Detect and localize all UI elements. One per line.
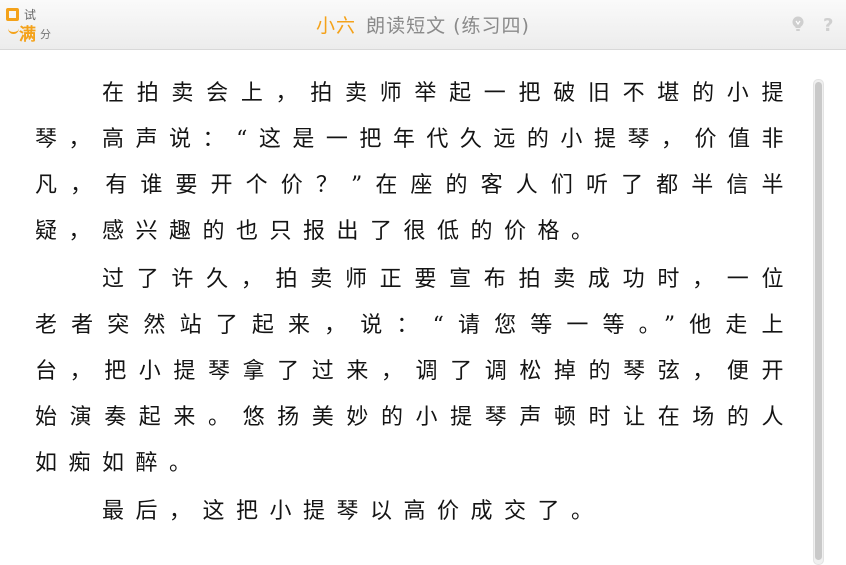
vertical-scrollbar[interactable] [813,79,824,565]
grade-label: 小六 [316,15,357,37]
scrollbar-thumb[interactable] [815,82,822,560]
top-bar: 试 满 分 小六 朗读短文 (练习四) ? [0,0,846,50]
passage-panel[interactable]: 在拍卖会上，拍卖师举起一把破旧不堪的小提琴，高声说：“这是一把年代久远的小提琴，… [0,51,846,565]
paragraph: 过了许久，拍卖师正要宣布拍卖成功时，一位老者突然站了起来，说：“请您等一等。”他… [35,267,795,476]
lightbulb-icon[interactable] [789,15,807,33]
page-title: 小六 朗读短文 (练习四) [0,11,846,38]
paragraph: 在拍卖会上，拍卖师举起一把破旧不堪的小提琴，高声说：“这是一把年代久远的小提琴，… [35,81,795,244]
svg-text:?: ? [823,15,833,33]
paragraph: 最后，这把小提琴以高价成交了。 [102,499,605,524]
lesson-title: 朗读短文 (练习四) [366,15,530,37]
passage-text: 在拍卖会上，拍卖师举起一把破旧不堪的小提琴，高声说：“这是一把年代久远的小提琴，… [35,71,795,537]
help-question-icon[interactable]: ? [820,15,838,36]
